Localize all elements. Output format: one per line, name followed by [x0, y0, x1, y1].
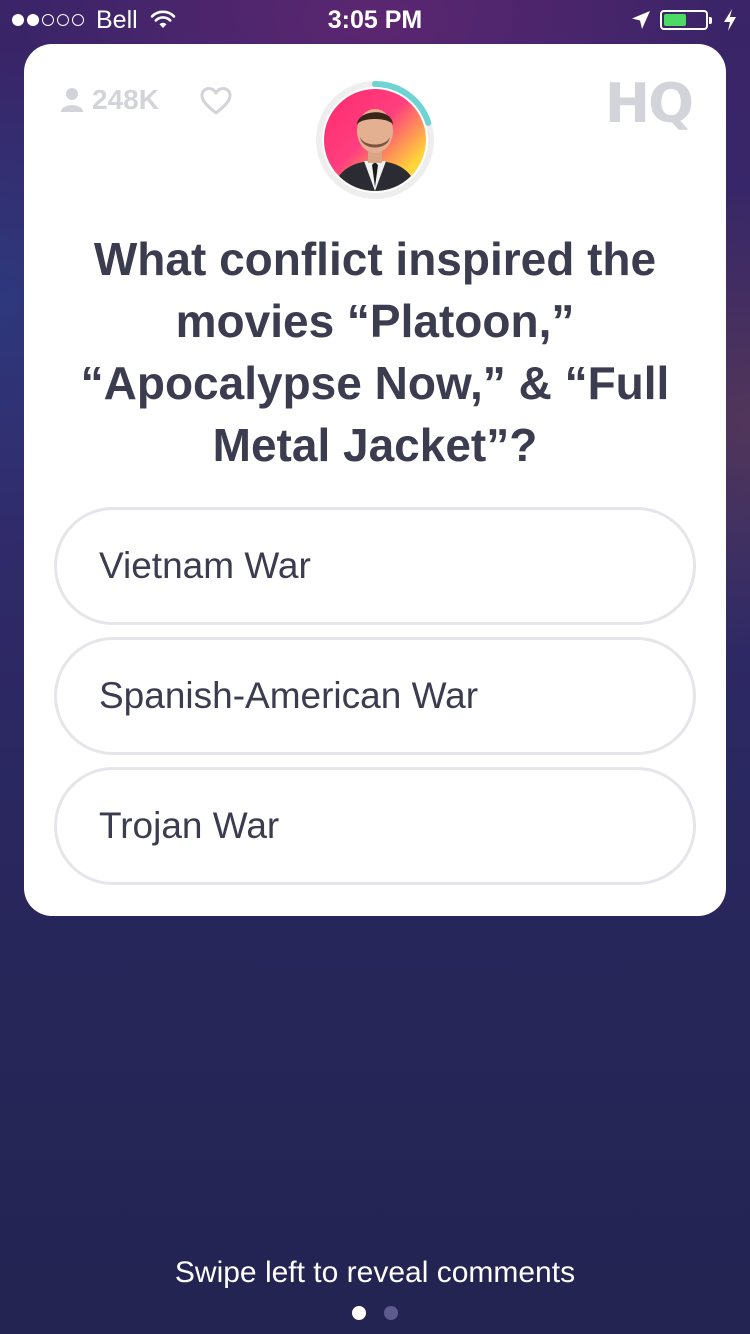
- page-indicator: [0, 1306, 750, 1320]
- status-bar: Bell 3:05 PM: [0, 0, 750, 40]
- signal-dot: [72, 14, 84, 26]
- question-card: 248K HQ What conflict inspired the movie…: [24, 44, 726, 916]
- answer-label: Spanish-American War: [99, 675, 479, 716]
- person-icon: [61, 88, 83, 112]
- battery-level: [664, 14, 686, 26]
- signal-strength-icon: [12, 14, 84, 26]
- signal-dot: [27, 14, 39, 26]
- answer-label: Vietnam War: [99, 545, 311, 586]
- location-arrow-icon: [632, 11, 650, 29]
- viewer-count: 248K: [60, 84, 159, 116]
- wifi-icon: [150, 10, 175, 28]
- status-left: Bell: [12, 6, 176, 35]
- answer-option-2[interactable]: Spanish-American War: [54, 637, 696, 755]
- viewer-count-label: 248K: [92, 84, 159, 115]
- page-dot: [384, 1306, 398, 1320]
- charging-bolt-icon: [724, 9, 736, 31]
- swipe-hint: Swipe left to reveal comments: [174, 1256, 576, 1289]
- signal-dot: [12, 14, 24, 26]
- battery-icon: [660, 10, 712, 30]
- signal-dot: [42, 14, 54, 26]
- answer-option-3[interactable]: Trojan War: [54, 767, 696, 885]
- heart-icon[interactable]: [200, 86, 232, 116]
- host-figure: [332, 109, 418, 191]
- signal-dot: [57, 14, 69, 26]
- host-photo: [324, 89, 426, 191]
- question-text: What conflict inspired the movies “Plato…: [80, 233, 670, 471]
- answer-option-1[interactable]: Vietnam War: [54, 507, 696, 625]
- answer-label: Trojan War: [99, 805, 280, 846]
- host-avatar: [315, 80, 435, 200]
- carrier-name: Bell: [96, 5, 138, 34]
- status-right: [630, 8, 738, 32]
- hq-logo: HQ: [604, 72, 694, 135]
- page-dot: [352, 1306, 366, 1320]
